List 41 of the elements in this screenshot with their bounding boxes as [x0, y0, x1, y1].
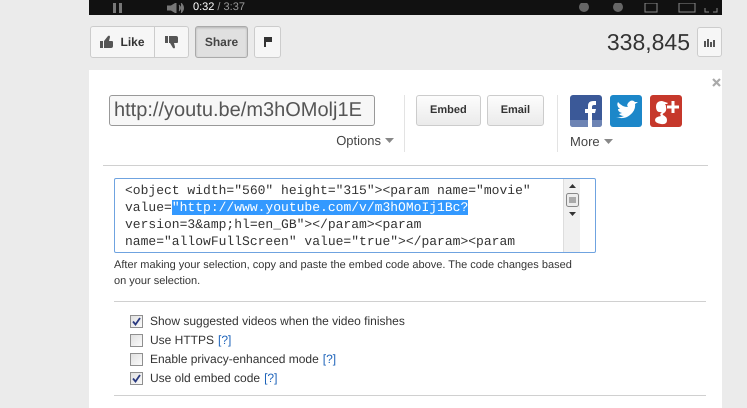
total-time: / 3:37	[217, 1, 245, 13]
help-link[interactable]: [?]	[322, 350, 336, 368]
options-dropdown[interactable]: Options	[336, 131, 394, 150]
stats-button[interactable]	[697, 27, 722, 57]
bar-chart-icon	[704, 38, 716, 46]
large-player-icon[interactable]	[678, 2, 696, 12]
thumbs-down-icon	[164, 35, 178, 49]
scroll-down-icon[interactable]	[568, 212, 576, 216]
view-count: 338,845	[606, 28, 690, 57]
option-label: Use old embed code	[150, 370, 260, 387]
more-dropdown[interactable]: More	[570, 132, 682, 152]
facebook-icon[interactable]	[570, 95, 602, 127]
checkbox[interactable]	[130, 372, 143, 384]
checkbox[interactable]	[130, 352, 143, 366]
dislike-button[interactable]	[155, 26, 189, 58]
option-label: Show suggested videos when the video finishes	[150, 313, 405, 330]
flag-icon	[264, 37, 272, 47]
like-button[interactable]: Like	[90, 26, 155, 58]
thumbs-up-icon	[100, 35, 114, 49]
email-button[interactable]: Email	[486, 95, 544, 126]
checkbox[interactable]	[130, 334, 143, 346]
embed-button[interactable]: Embed	[416, 95, 481, 126]
checkbox[interactable]	[130, 314, 143, 328]
help-link[interactable]: [?]	[264, 369, 278, 387]
caret-icon	[604, 139, 613, 144]
option-label: Use HTTPS	[150, 332, 214, 349]
help-text: After making your selection, copy and paste the embed code above. The code changes based on your selection.	[114, 258, 573, 289]
volume-icon[interactable]	[167, 2, 185, 12]
small-player-icon[interactable]	[644, 2, 658, 12]
twitter-icon[interactable]	[610, 95, 642, 127]
caret-icon	[385, 138, 394, 144]
help-link[interactable]: [?]	[218, 331, 232, 349]
share-button[interactable]: Share	[195, 26, 248, 58]
option-label: Enable privacy-enhanced mode	[150, 351, 319, 368]
flag-button[interactable]	[254, 26, 281, 58]
pause-icon[interactable]	[113, 2, 123, 12]
scroll-up-icon[interactable]	[568, 184, 576, 188]
scroll-thumb-icon[interactable]	[566, 193, 578, 207]
google-plus-icon[interactable]	[650, 95, 682, 127]
url-field[interactable]: http://youtu.be/m3hOMolj1E	[109, 95, 375, 126]
current-time: 0:32	[193, 1, 214, 13]
